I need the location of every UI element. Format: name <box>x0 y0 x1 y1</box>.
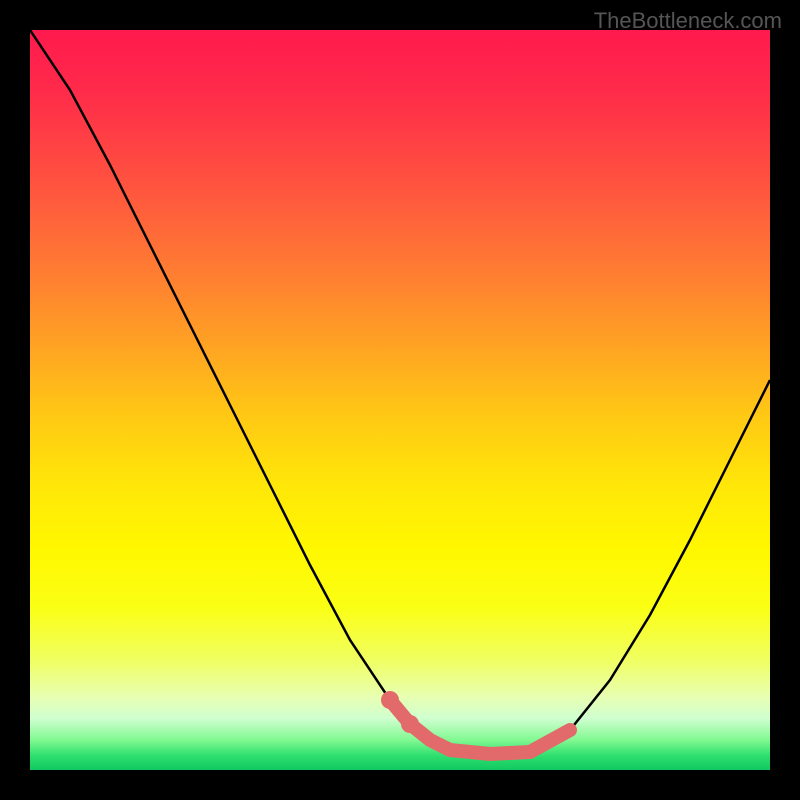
plot-area <box>30 30 770 770</box>
highlight-dot <box>401 715 419 733</box>
highlight-dot <box>381 691 399 709</box>
curve-group <box>30 30 770 754</box>
chart-container: TheBottleneck.com <box>0 0 800 800</box>
chart-svg <box>30 30 770 770</box>
bottleneck-curve <box>30 30 770 754</box>
watermark-text: TheBottleneck.com <box>594 8 782 34</box>
